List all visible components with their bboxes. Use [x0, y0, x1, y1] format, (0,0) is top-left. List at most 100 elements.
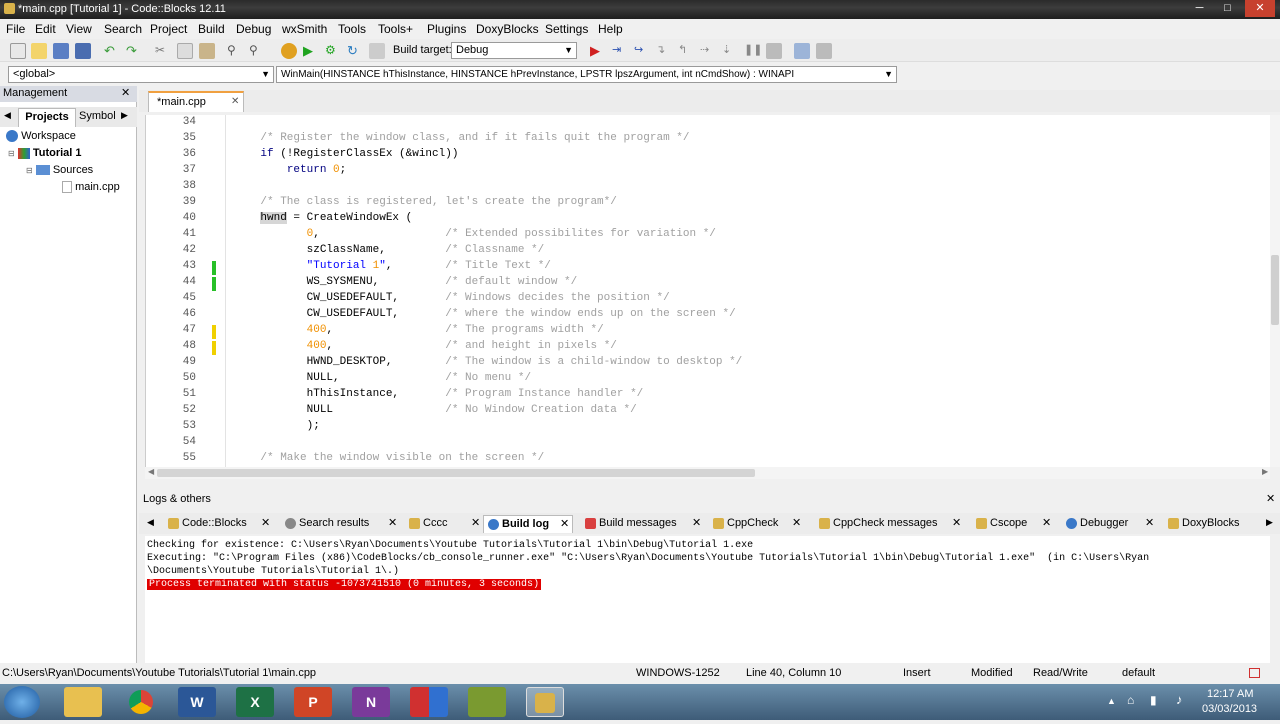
management-close-icon[interactable]: ✕: [121, 86, 130, 101]
step-instruction-icon[interactable]: ⇣: [722, 43, 738, 59]
replace-icon[interactable]: ⚲: [249, 43, 265, 59]
copy-icon[interactable]: [177, 43, 193, 59]
tab-codeblocks[interactable]: Code::Blocks ✕: [164, 515, 274, 533]
find-icon[interactable]: ⚲: [227, 43, 243, 59]
app-icon[interactable]: [468, 687, 506, 717]
next-line-icon[interactable]: ↪: [634, 43, 650, 59]
vertical-scroll-thumb[interactable]: [1271, 255, 1279, 325]
tab-close-icon[interactable]: ✕: [231, 96, 239, 107]
save-all-icon[interactable]: [75, 43, 91, 59]
office-tools-icon[interactable]: [410, 687, 448, 717]
tab-cppcheck[interactable]: CppCheck ✕: [709, 515, 805, 533]
menu-build[interactable]: Build: [198, 22, 225, 36]
scroll-right-icon[interactable]: ▶: [1262, 467, 1268, 476]
tray-expand-icon[interactable]: ▲: [1107, 696, 1116, 706]
menu-debug[interactable]: Debug: [236, 22, 271, 36]
log-tabs-left-icon[interactable]: ◀: [147, 517, 154, 528]
menu-plugins[interactable]: Plugins: [427, 22, 466, 36]
cut-icon[interactable]: ✂: [155, 43, 171, 59]
step-into-icon[interactable]: ↴: [656, 43, 672, 59]
various-info-icon[interactable]: [816, 43, 832, 59]
save-icon[interactable]: [53, 43, 69, 59]
scope-select[interactable]: <global> ▼: [8, 66, 274, 83]
menu-search[interactable]: Search: [104, 22, 142, 36]
tray-power-icon[interactable]: ▮: [1150, 693, 1157, 707]
tab-cccc[interactable]: Cccc ✕: [405, 515, 485, 533]
tab-cscope[interactable]: Cscope ✕: [972, 515, 1054, 533]
tab-close-icon[interactable]: ✕: [792, 515, 801, 532]
tab-symbols[interactable]: Symbol: [79, 110, 116, 122]
run-icon[interactable]: ▶: [303, 43, 319, 59]
tab-close-icon[interactable]: ✕: [1145, 515, 1154, 532]
powerpoint-icon[interactable]: P: [294, 687, 332, 717]
tab-scroll-left-icon[interactable]: ◀: [4, 110, 11, 121]
tab-cppcheck-messages[interactable]: CppCheck messages ✕: [815, 515, 965, 533]
paste-icon[interactable]: [199, 43, 215, 59]
menu-wxsmith[interactable]: wxSmith: [282, 22, 327, 36]
next-instruction-icon[interactable]: ⇢: [700, 43, 716, 59]
debug-run-icon[interactable]: ▶: [590, 43, 606, 59]
onenote-icon[interactable]: N: [352, 687, 390, 717]
tab-doxyblocks[interactable]: DoxyBlocks: [1164, 515, 1259, 533]
tab-build-log[interactable]: Build log ✕: [483, 515, 573, 533]
redo-icon[interactable]: ↷: [126, 43, 142, 59]
tab-close-icon[interactable]: ✕: [560, 516, 569, 533]
word-icon[interactable]: W: [178, 687, 216, 717]
tab-debugger[interactable]: Debugger ✕: [1062, 515, 1158, 533]
horizontal-scroll-thumb[interactable]: [157, 469, 755, 477]
new-file-icon[interactable]: [10, 43, 26, 59]
build-target-select[interactable]: Debug ▼: [451, 42, 577, 59]
menu-doxyblocks[interactable]: DoxyBlocks: [476, 22, 539, 36]
tab-build-messages[interactable]: Build messages ✕: [581, 515, 706, 533]
tree-folder[interactable]: ⊟ Sources: [26, 164, 93, 176]
log-tabs-right-icon[interactable]: ▶: [1266, 517, 1273, 528]
tray-network-icon[interactable]: ⌂: [1127, 693, 1134, 707]
abort-icon[interactable]: [369, 43, 385, 59]
logs-close-icon[interactable]: ✕: [1266, 491, 1275, 507]
editor-vertical-scrollbar[interactable]: [1270, 115, 1280, 467]
close-button[interactable]: ✕: [1245, 0, 1275, 17]
rebuild-icon[interactable]: ↻: [347, 43, 363, 59]
tab-main-cpp[interactable]: *main.cpp ✕: [148, 91, 244, 112]
build-and-run-icon[interactable]: ⚙: [325, 43, 341, 59]
function-select[interactable]: WinMain(HINSTANCE hThisInstance, HINSTAN…: [276, 66, 897, 83]
menu-project[interactable]: Project: [150, 22, 187, 36]
undo-icon[interactable]: ↶: [104, 43, 120, 59]
step-out-icon[interactable]: ↰: [678, 43, 694, 59]
explorer-icon[interactable]: [64, 687, 102, 717]
clock-date[interactable]: 03/03/2013: [1202, 703, 1257, 715]
chrome-icon[interactable]: [122, 687, 160, 717]
clock-time[interactable]: 12:17 AM: [1207, 688, 1253, 700]
tray-volume-icon[interactable]: ♪: [1176, 692, 1183, 707]
menu-tools-plus[interactable]: Tools+: [378, 22, 413, 36]
debug-windows-icon[interactable]: [794, 43, 810, 59]
tab-close-icon[interactable]: ✕: [261, 515, 270, 532]
editor-horizontal-scrollbar[interactable]: ◀ ▶: [145, 467, 1270, 479]
run-to-cursor-icon[interactable]: ⇥: [612, 43, 628, 59]
minimize-button[interactable]: ─: [1186, 0, 1213, 17]
open-folder-icon[interactable]: [31, 43, 47, 59]
menu-settings[interactable]: Settings: [545, 22, 588, 36]
pause-icon[interactable]: ❚❚: [744, 43, 762, 59]
start-button-icon[interactable]: [4, 686, 40, 718]
codeblocks-taskbar-icon[interactable]: [526, 687, 564, 717]
code-editor[interactable]: 34 35 36 37 38 39 40 41 42 43 44 45 46 47 48 49 50 51 52 53…: [145, 115, 1270, 467]
tab-close-icon[interactable]: ✕: [388, 515, 397, 532]
menu-file[interactable]: File: [6, 22, 25, 36]
menu-help[interactable]: Help: [598, 22, 623, 36]
tab-close-icon[interactable]: ✕: [952, 515, 961, 532]
menu-tools[interactable]: Tools: [338, 22, 366, 36]
build-gear-icon[interactable]: [281, 43, 297, 59]
tab-projects[interactable]: Projects: [18, 108, 76, 127]
tab-scroll-right-icon[interactable]: ▶: [121, 110, 128, 121]
scroll-left-icon[interactable]: ◀: [148, 467, 154, 476]
tab-close-icon[interactable]: ✕: [692, 515, 701, 532]
tab-search-results[interactable]: Search results ✕: [281, 515, 401, 533]
excel-icon[interactable]: X: [236, 687, 274, 717]
tree-workspace[interactable]: Workspace: [6, 130, 76, 143]
tab-close-icon[interactable]: ✕: [471, 515, 480, 532]
tab-close-icon[interactable]: ✕: [1042, 515, 1051, 532]
menu-edit[interactable]: Edit: [35, 22, 56, 36]
stop-debug-icon[interactable]: [766, 43, 782, 59]
tree-project[interactable]: ⊟ Tutorial 1: [8, 147, 82, 159]
